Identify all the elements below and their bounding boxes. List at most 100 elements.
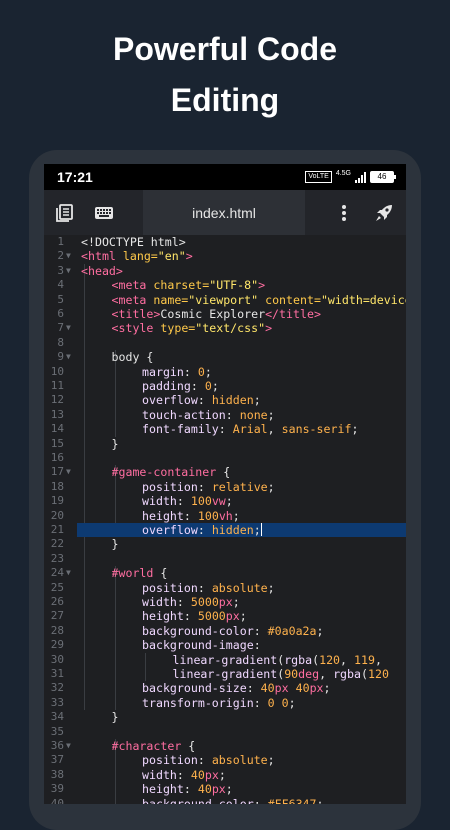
line-number: 27 (50, 609, 64, 623)
code-line: 25 position: absolute; (44, 581, 406, 595)
fold-arrow-icon[interactable]: ▼ (66, 739, 71, 753)
code-line: 22} (44, 537, 406, 551)
line-number: 13 (50, 407, 64, 421)
code-line: 32 background-size: 40px 40px; (44, 681, 406, 695)
code-line: 19 width: 100vw; (44, 494, 406, 508)
line-number: 14 (50, 422, 64, 436)
promo-title-line-2: Editing (170, 82, 280, 118)
line-number: 29 (50, 638, 64, 652)
code-text: } (111, 537, 119, 552)
line-number: 35 (50, 724, 64, 738)
promo-title-line-1: Powerful Code (112, 31, 337, 67)
line-number: 6 (57, 307, 64, 320)
line-number: 12 (50, 393, 64, 407)
code-line: 6 <title>Cosmic Explorer</title> (44, 307, 406, 321)
fold-arrow-icon[interactable]: ▼ (66, 566, 71, 580)
code-line: 27 height: 5000px; (44, 609, 406, 623)
code-text: #world { (111, 566, 168, 581)
fold-arrow-icon[interactable]: ▼ (66, 264, 71, 278)
code-line: 30 linear-gradient(rgba(120, 119, (44, 653, 406, 667)
line-number: 33 (50, 695, 64, 709)
keyboard-button[interactable] (84, 190, 124, 235)
code-text: transform-origin: 0 0; (142, 695, 296, 710)
line-number: 37 (50, 753, 64, 767)
code-text: #game-container { (111, 465, 231, 480)
text-cursor (260, 523, 263, 536)
rocket-icon (376, 204, 392, 221)
line-number: 3 (57, 263, 64, 277)
code-line: 37 position: absolute; (44, 753, 406, 767)
code-text: width: 40px; (142, 767, 226, 782)
code-line: 39 height: 40px; (44, 782, 406, 796)
line-number: 31 (50, 667, 64, 680)
phone-screen: 17:21 VoLTE 4.5G 46 index.html 1 <!DOCTY… (44, 164, 406, 804)
code-editor[interactable]: 1 <!DOCTYPE html> 2 ▼ <html lang="en"> 3 ▼ <hea… (44, 235, 406, 804)
code-text: margin: 0; (142, 364, 212, 379)
code-text: background-color: #FF6347; (142, 796, 324, 804)
code-line: 17 ▼ #game-container { (44, 465, 406, 479)
code-line: 26 width: 5000px; (44, 595, 406, 609)
line-number: 19 (50, 494, 64, 508)
line-number: 20 (50, 508, 64, 522)
code-line: 35 (44, 725, 406, 739)
line-number: 26 (50, 595, 64, 608)
line-number: 22 (50, 537, 64, 551)
status-indicators: VoLTE 4.5G 46 (305, 169, 396, 184)
code-text: overflow: hidden; (142, 393, 261, 408)
line-number: 11 (50, 379, 64, 392)
network-type: 4.5G (335, 169, 351, 177)
code-line: 28 background-color: #0a0a2a; (44, 624, 406, 638)
keyboard-icon (95, 206, 113, 219)
code-text: position: absolute; (142, 580, 275, 595)
fold-arrow-icon[interactable]: ▼ (66, 465, 71, 479)
code-line: 21 overflow: hidden; (44, 523, 406, 538)
code-line: 8 (44, 336, 406, 350)
line-number: 30 (50, 652, 64, 666)
files-button[interactable] (44, 190, 84, 235)
line-number: 28 (50, 623, 64, 637)
code-line: 14 font-family: Arial, sans-serif; (44, 422, 406, 436)
fold-arrow-icon[interactable]: ▼ (66, 249, 71, 263)
code-text: linear-gradient(90deg, rgba(120 (172, 667, 389, 681)
more-options-button[interactable] (329, 190, 359, 235)
code-line: 29 background-image: (44, 638, 406, 652)
signal-icon (355, 171, 366, 183)
line-number: 4 (57, 278, 64, 292)
fold-arrow-icon[interactable]: ▼ (66, 350, 71, 364)
line-number: 17 (50, 465, 64, 479)
code-line: 7 ▼ <style type="text/css"> (44, 321, 406, 335)
run-button[interactable] (364, 190, 404, 235)
line-number: 7 (57, 321, 64, 335)
code-line: 4 <meta charset="UTF-8"> (44, 278, 406, 292)
code-line: 36 ▼ #character { (44, 739, 406, 753)
line-number: 36 (50, 739, 64, 752)
code-text: background-size: 40px 40px; (142, 681, 331, 696)
code-line: 20 height: 100vh; (44, 509, 406, 523)
code-line: 13 touch-action: none; (44, 408, 406, 422)
line-number: 39 (50, 782, 64, 796)
code-text: background-color: #0a0a2a; (142, 623, 324, 638)
code-line: 9 ▼ body { (44, 350, 406, 364)
code-line: 5 <meta name="viewport" content="width=de… (44, 293, 406, 307)
code-text: height: 40px; (142, 782, 233, 797)
code-text: } (111, 436, 119, 451)
code-text: width: 100vw; (142, 494, 233, 509)
code-line: 18 position: relative; (44, 480, 406, 494)
code-text: height: 100vh; (142, 508, 240, 523)
code-text: } (111, 710, 119, 725)
line-number: 10 (50, 364, 64, 378)
fold-arrow-icon[interactable]: ▼ (66, 321, 71, 335)
volte-badge: VoLTE (305, 171, 332, 183)
line-number: 18 (50, 479, 64, 493)
line-number: 38 (50, 767, 64, 781)
code-line: 40 background-color: #FF6347; (44, 797, 406, 804)
tab-index-html[interactable]: index.html (143, 190, 305, 235)
status-bar: 17:21 VoLTE 4.5G 46 (44, 164, 406, 190)
code-text: <meta name="viewport" content="width=dev… (111, 292, 407, 307)
code-text: position: absolute; (142, 753, 275, 768)
code-text: overflow: hidden; (142, 523, 263, 537)
code-line: 38 width: 40px; (44, 768, 406, 782)
line-number: 1 (57, 235, 64, 248)
code-line: 31 linear-gradient(90deg, rgba(120 (44, 667, 406, 681)
code-line: 33 transform-origin: 0 0; (44, 696, 406, 710)
